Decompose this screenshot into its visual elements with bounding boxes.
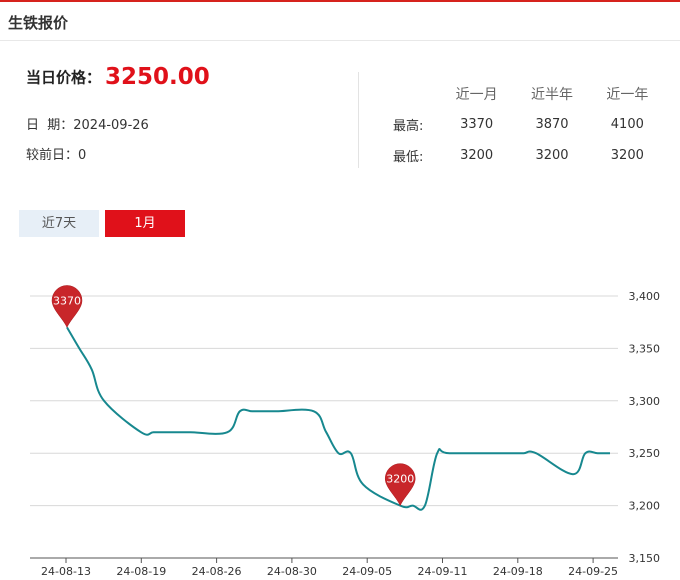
y-tick-label: 3,250 xyxy=(629,447,661,460)
change-row: 较前日：0 xyxy=(26,144,86,163)
x-tick-label: 24-08-26 xyxy=(192,565,242,578)
x-tick-label: 24-09-11 xyxy=(418,565,468,578)
price-label: 当日价格： xyxy=(26,68,102,87)
stats-cell: 3200 xyxy=(610,148,644,163)
stats-col-header: 近一年 xyxy=(606,86,649,103)
stats-col-header: 近半年 xyxy=(530,86,573,103)
x-tick-label: 24-08-30 xyxy=(267,565,317,578)
y-tick-label: 3,150 xyxy=(629,552,661,565)
x-tick-label: 24-09-25 xyxy=(568,565,618,578)
stats-cell: 3870 xyxy=(535,117,569,132)
header: 生铁报价 xyxy=(0,2,680,41)
stats-table: 近一月 近半年 近一年 最高: 3370 3870 4100 最低: 3200 … xyxy=(385,78,665,171)
stats-cell: 4100 xyxy=(610,117,644,132)
series-line xyxy=(66,326,610,511)
date-label: 日 期： xyxy=(26,118,74,133)
y-tick-label: 3,400 xyxy=(629,290,661,303)
tab-7-days[interactable]: 近7天 xyxy=(19,210,99,237)
x-tick-label: 24-09-05 xyxy=(342,565,392,578)
y-tick-label: 3,350 xyxy=(629,342,661,355)
stats-row-label: 最低: xyxy=(393,150,424,165)
date-row: 日 期：2024-09-26 xyxy=(26,114,149,133)
x-tick-label: 24-08-13 xyxy=(41,565,91,578)
stats-row-high: 最高: 3370 3870 4100 xyxy=(385,109,665,140)
x-tick-label: 24-09-18 xyxy=(493,565,543,578)
change-value: 0 xyxy=(78,148,87,163)
stats-cell: 3200 xyxy=(535,148,569,163)
stats-col-header: 近一月 xyxy=(455,86,498,103)
stats-header-row: 近一月 近半年 近一年 xyxy=(385,78,665,109)
x-tick-label: 24-08-19 xyxy=(116,565,166,578)
date-value: 2024-09-26 xyxy=(73,118,149,133)
price-row: 当日价格： 3250.00 xyxy=(26,64,210,96)
page-title: 生铁报价 xyxy=(8,14,69,32)
price-value: 3250.00 xyxy=(105,64,210,90)
stats-row-label: 最高: xyxy=(393,119,424,134)
stats-cell: 3200 xyxy=(460,148,494,163)
price-line-chart: 3,150 3,200 3,250 3,300 3,350 3,400 24-08-13 24… xyxy=(30,285,661,578)
y-tick-label: 3,300 xyxy=(629,395,661,408)
marker-label: 3370 xyxy=(53,294,81,307)
stats-cell: 3370 xyxy=(460,117,494,132)
price-panel: 当日价格： 3250.00 日 期：2024-09-26 较前日：0 xyxy=(26,64,346,174)
change-label: 较前日： xyxy=(26,148,79,163)
stats-corner xyxy=(385,78,439,109)
stats-row-low: 最低: 3200 3200 3200 xyxy=(385,140,665,171)
y-tick-label: 3,200 xyxy=(629,500,661,513)
marker-label: 3200 xyxy=(386,473,414,486)
vertical-divider xyxy=(358,72,359,168)
tab-1-month[interactable]: 1月 xyxy=(105,210,185,237)
